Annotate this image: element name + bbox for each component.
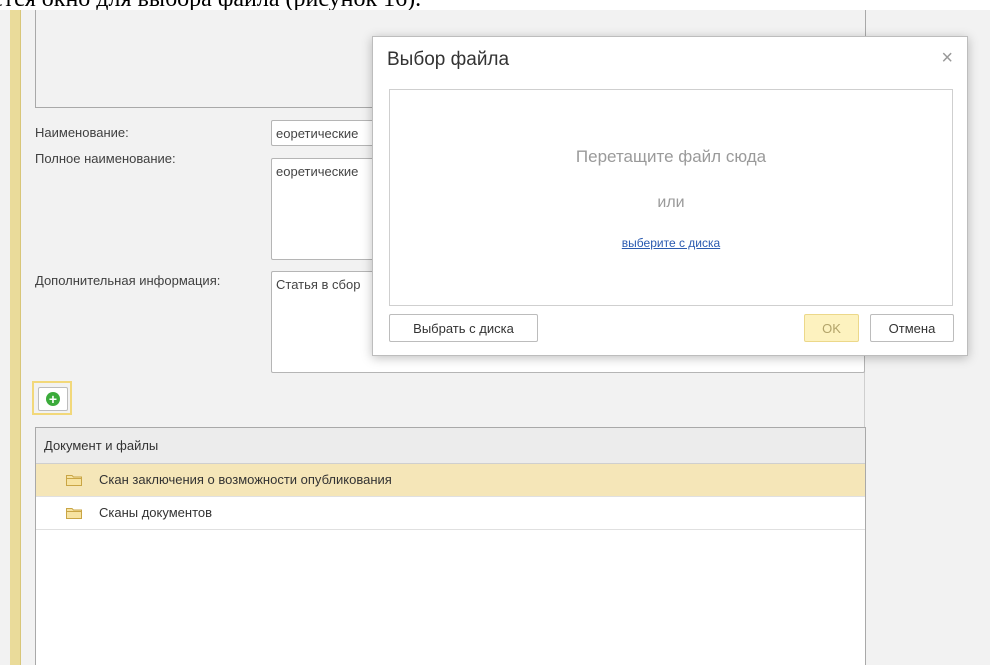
app-screen: Наименование: еоретические Полное наимен… [0, 10, 990, 665]
row-label: Скан заключения о возможности опубликова… [99, 472, 392, 487]
cancel-button[interactable]: Отмена [870, 314, 954, 342]
add-circle-icon: + [46, 392, 60, 406]
table-row[interactable]: Сканы документов [36, 497, 865, 530]
choose-from-disk-link[interactable]: выберите с диска [390, 236, 952, 250]
row-label: Сканы документов [99, 505, 213, 520]
documents-table: Документ и файлы Скан заключения о возмо… [35, 427, 866, 665]
file-select-dialog: Выбор файла × Перетащите файл сюда или в… [372, 36, 968, 356]
ok-button[interactable]: OK [804, 314, 859, 342]
extra-info-label: Дополнительная информация: [35, 273, 221, 288]
full-name-field[interactable]: еоретические [271, 158, 381, 260]
file-drop-zone[interactable]: Перетащите файл сюда или выберите с диск… [389, 89, 953, 306]
folder-icon [66, 475, 82, 486]
table-header: Документ и файлы [36, 428, 865, 464]
close-icon[interactable]: × [941, 47, 953, 70]
table-row[interactable]: Скан заключения о возможности опубликова… [36, 464, 865, 497]
name-label: Наименование: [35, 125, 129, 140]
choose-from-disk-button[interactable]: Выбрать с диска [389, 314, 538, 342]
name-field-value: еоретические [276, 126, 359, 141]
extra-info-field-value: Статья в сбор [276, 277, 361, 292]
add-button-focus[interactable]: + [32, 381, 72, 415]
drop-hint: Перетащите файл сюда [575, 147, 767, 166]
full-name-field-value: еоретические [276, 164, 359, 179]
left-accent-strip [10, 10, 21, 665]
name-field[interactable]: еоретические [271, 120, 381, 146]
add-button[interactable]: + [38, 387, 68, 411]
full-name-label: Полное наименование: [35, 151, 176, 166]
or-text: или [657, 194, 685, 211]
folder-icon [66, 508, 82, 519]
dialog-title: Выбор файла [387, 49, 510, 70]
